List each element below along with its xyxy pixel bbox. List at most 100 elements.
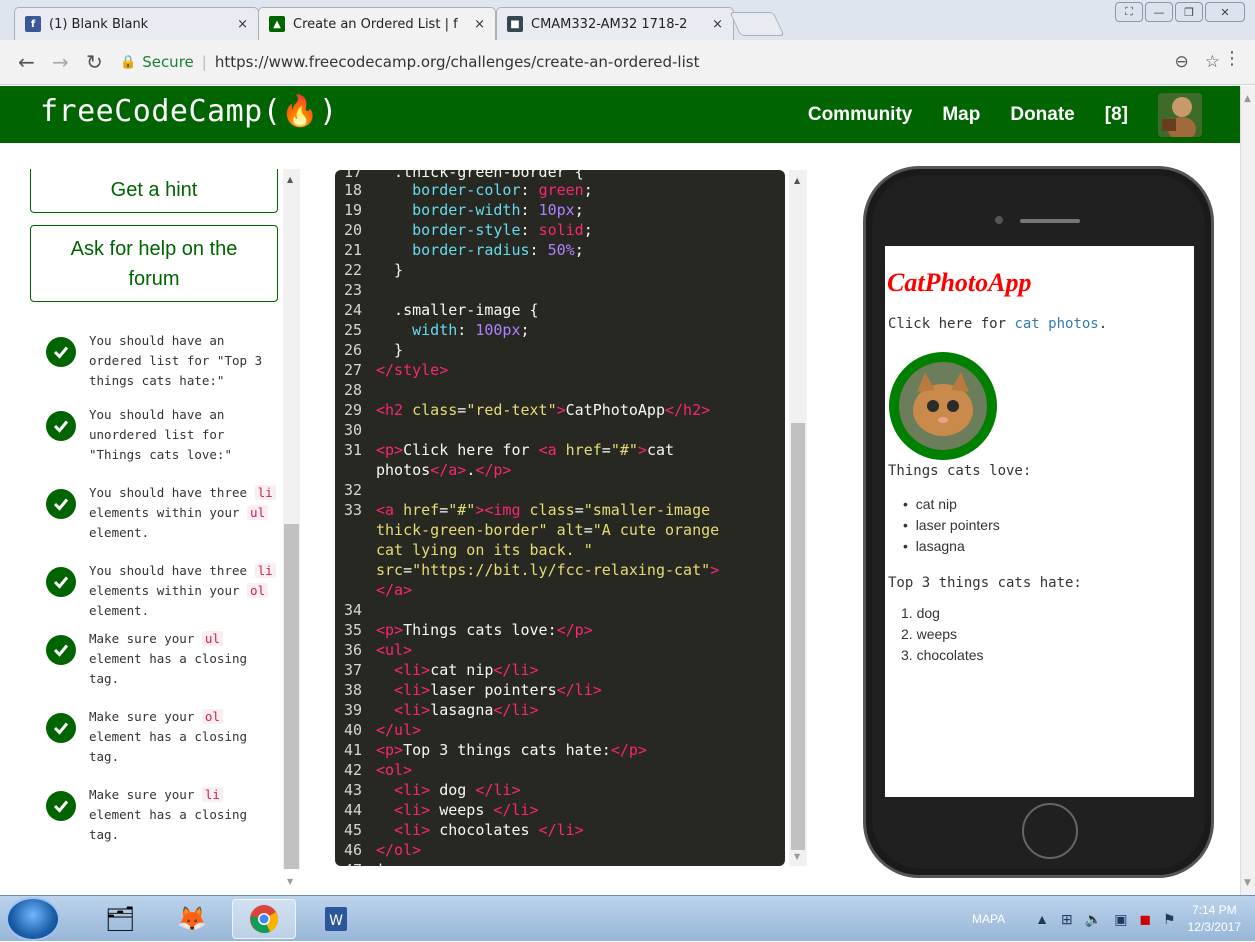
minimize-button[interactable]: — bbox=[1145, 2, 1173, 22]
display-icon[interactable]: ▣ bbox=[1114, 911, 1127, 928]
code-line[interactable]: <li>lasagna</li> bbox=[376, 701, 539, 719]
inline-code: li bbox=[201, 787, 223, 802]
close-window-button[interactable]: ✕ bbox=[1205, 2, 1245, 22]
omnibox-actions: ⊖ ☆ bbox=[1175, 52, 1221, 72]
scroll-up-arrow-icon[interactable]: ▲ bbox=[1244, 94, 1251, 104]
editor-scrollbar[interactable]: ▲ ▼ bbox=[789, 170, 807, 866]
test-text-part: element has a closing tag. bbox=[89, 729, 248, 764]
code-line[interactable]: </a> bbox=[376, 581, 412, 599]
scroll-up-arrow-icon[interactable]: ▲ bbox=[287, 175, 293, 184]
line-number: 35 bbox=[343, 621, 362, 639]
code-line[interactable]: .smaller-image { bbox=[376, 301, 539, 319]
flag-icon[interactable]: ⚑ bbox=[1163, 911, 1176, 928]
code-line[interactable]: cat lying on its back. " bbox=[376, 541, 593, 559]
page-scrollbar[interactable]: ▲ ▼ bbox=[1240, 86, 1255, 895]
code-line[interactable]: <p>Top 3 things cats hate:</p> bbox=[376, 741, 647, 759]
close-icon[interactable]: × bbox=[712, 17, 723, 32]
firefox-icon[interactable]: 🦊 bbox=[160, 899, 224, 939]
clock-date: 12/3/2017 bbox=[1187, 920, 1241, 934]
clock[interactable]: 7:14 PM 12/3/2017 bbox=[1188, 902, 1241, 936]
code-line[interactable]: border-width: 10px; bbox=[376, 201, 584, 219]
preview-title: CatPhotoApp bbox=[887, 268, 1032, 297]
points-badge[interactable]: [8] bbox=[1105, 104, 1128, 126]
reload-icon[interactable]: ↻ bbox=[86, 50, 103, 74]
test-item: Make sure your ul element has a closing … bbox=[46, 629, 276, 689]
forward-arrow-icon[interactable]: → bbox=[52, 50, 69, 74]
line-number: 33 bbox=[343, 501, 362, 519]
volume-icon[interactable]: 🔈 bbox=[1085, 911, 1102, 928]
address-bar[interactable]: 🔒 Secure | https://www.freecodecamp.org/… bbox=[120, 46, 1220, 78]
get-hint-button[interactable]: Get a hint bbox=[30, 169, 278, 213]
scroll-down-arrow-icon[interactable]: ▼ bbox=[794, 852, 800, 861]
close-icon[interactable]: × bbox=[237, 17, 248, 32]
code-line[interactable]: <li>laser pointers</li> bbox=[376, 681, 602, 699]
tab-cmam[interactable]: ■ CMAM332-AM32 1718-2 × bbox=[496, 7, 734, 40]
code-line[interactable]: <li> weeps </li> bbox=[376, 801, 539, 819]
code-line[interactable]: <p>Click here for <a href="#">cat bbox=[376, 441, 674, 459]
close-icon[interactable]: × bbox=[474, 17, 485, 32]
show-hidden-icons-icon[interactable]: ▲ bbox=[1035, 911, 1049, 927]
tab-freecodecamp[interactable]: ▲ Create an Ordered List | f × bbox=[258, 7, 496, 40]
cat-photos-link[interactable]: cat photos bbox=[1014, 316, 1098, 332]
code-line[interactable]: <li> chocolates </li> bbox=[376, 821, 584, 839]
profile-icon[interactable]: ⛶ bbox=[1115, 2, 1143, 22]
sidebar-scrollbar[interactable]: ▲ ▼ bbox=[283, 169, 300, 886]
code-line[interactable]: } bbox=[376, 341, 403, 359]
code-line[interactable]: <p>Things cats love:</p> bbox=[376, 621, 593, 639]
code-line[interactable]: <a href="#"><img class="smaller-image bbox=[376, 501, 710, 519]
nav-map-link[interactable]: Map bbox=[942, 104, 980, 126]
maximize-button[interactable]: ❐ bbox=[1175, 2, 1203, 22]
code-line[interactable]: </ul> bbox=[376, 721, 421, 739]
line-number: 26 bbox=[343, 341, 362, 359]
ask-forum-button[interactable]: Ask for help on the forum bbox=[30, 225, 278, 302]
code-line[interactable]: thick-green-border" alt="A cute orange bbox=[376, 521, 719, 539]
nav-donate-link[interactable]: Donate bbox=[1010, 104, 1074, 126]
tray-label[interactable]: MAPA bbox=[972, 912, 1005, 926]
code-line[interactable]: photos</a>.</p> bbox=[376, 461, 511, 479]
scroll-down-arrow-icon[interactable]: ▼ bbox=[1244, 878, 1251, 888]
network-icon[interactable]: ⊞ bbox=[1061, 911, 1073, 928]
nav-community-link[interactable]: Community bbox=[808, 104, 913, 126]
url-text[interactable]: https://www.freecodecamp.org/challenges/… bbox=[215, 53, 700, 71]
bookmark-star-icon[interactable]: ☆ bbox=[1205, 52, 1220, 72]
code-editor[interactable]: 17 .thick-green-border { 18 border-color… bbox=[335, 170, 785, 866]
tab-facebook[interactable]: f (1) Blank Blank × bbox=[14, 7, 259, 40]
acrobat-icon[interactable]: ◼ bbox=[1139, 911, 1151, 928]
cat-image[interactable] bbox=[889, 352, 997, 460]
new-tab-button[interactable] bbox=[729, 12, 785, 36]
word-icon[interactable]: W bbox=[304, 899, 368, 939]
code-line[interactable]: <li> dog </li> bbox=[376, 781, 520, 799]
scroll-down-arrow-icon[interactable]: ▼ bbox=[287, 877, 293, 886]
code-line[interactable]: border-style: solid; bbox=[376, 221, 593, 239]
code-line[interactable]: width: 100px; bbox=[376, 321, 529, 339]
start-button[interactable] bbox=[6, 897, 60, 941]
code-line[interactable]: src="https://bit.ly/fcc-relaxing-cat"> bbox=[376, 561, 719, 579]
inline-code: ol bbox=[247, 583, 269, 598]
lock-icon: 🔒 bbox=[120, 54, 137, 70]
chrome-icon[interactable] bbox=[232, 899, 296, 939]
menu-dots-icon[interactable]: ⋮ bbox=[1223, 48, 1241, 69]
camera-icon bbox=[995, 216, 1003, 224]
fcc-logo[interactable]: freeCodeCamp(🔥) bbox=[40, 94, 338, 129]
scroll-up-arrow-icon[interactable]: ▲ bbox=[794, 176, 800, 185]
list-item: 3. chocolates bbox=[901, 647, 984, 663]
code-line[interactable]: <ul> bbox=[376, 641, 412, 659]
code-line[interactable]: border-radius: 50%; bbox=[376, 241, 584, 259]
code-line[interactable]: </ol> bbox=[376, 841, 421, 859]
code-line[interactable]: <ol> bbox=[376, 761, 412, 779]
back-arrow-icon[interactable]: ← bbox=[18, 50, 35, 74]
code-line[interactable]: <li>cat nip</li> bbox=[376, 661, 539, 679]
zoom-icon[interactable]: ⊖ bbox=[1175, 52, 1189, 72]
code-line[interactable]: } bbox=[376, 261, 403, 279]
list-item-text: cat nip bbox=[915, 496, 957, 512]
list-item-text: weeps bbox=[916, 626, 958, 642]
scrollbar-thumb[interactable] bbox=[284, 524, 299, 869]
avatar[interactable] bbox=[1158, 93, 1202, 137]
scrollbar-thumb[interactable] bbox=[791, 423, 805, 850]
code-line[interactable]: border-color: green; bbox=[376, 181, 593, 199]
inline-code: ol bbox=[201, 709, 223, 724]
taskbar: 🗂 🦊 W MAPA ▲ ⊞ 🔈 ▣ ◼ ⚑ 7:14 PM 12/3/2017 bbox=[0, 895, 1255, 941]
code-line[interactable]: </style> bbox=[376, 361, 448, 379]
code-line[interactable]: <h2 class="red-text">CatPhotoApp</h2> bbox=[376, 401, 710, 419]
file-explorer-icon[interactable]: 🗂 bbox=[88, 899, 152, 939]
